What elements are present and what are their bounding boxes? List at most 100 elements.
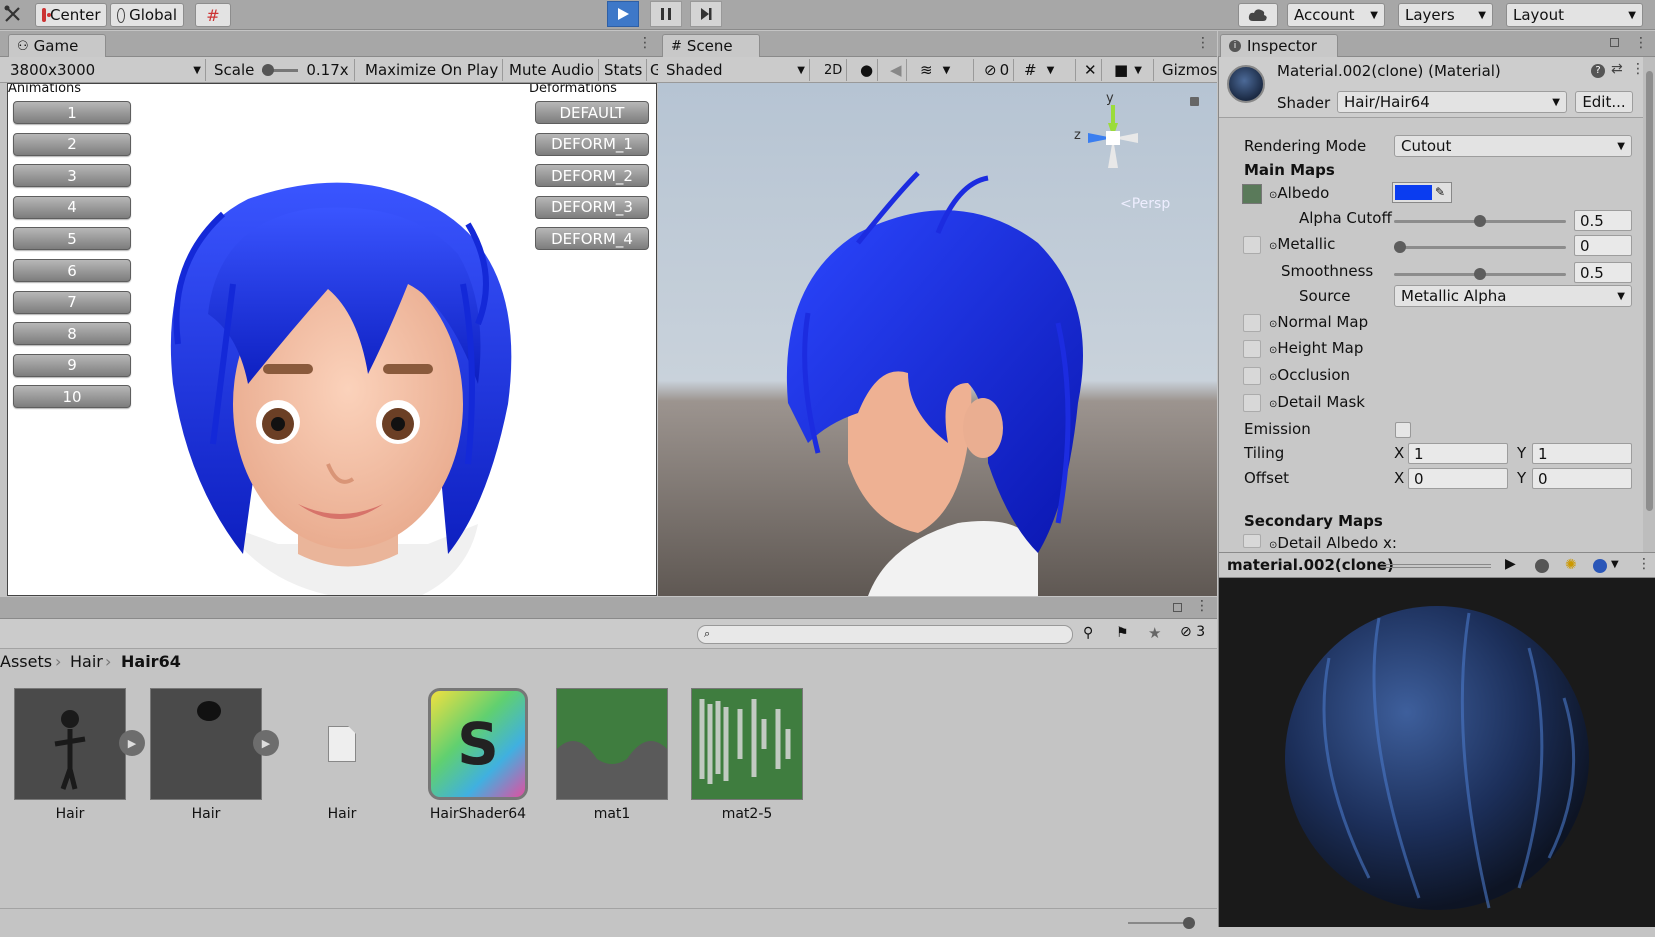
resolution-dropdown[interactable]: 3800x3000 ▼ xyxy=(6,59,206,81)
game-menu-icon[interactable]: ⋮ xyxy=(638,35,652,51)
asset-tile[interactable]: mat2-5 xyxy=(691,688,803,822)
space-global-button[interactable]: Global xyxy=(110,3,184,27)
shader-dropdown[interactable]: Hair/Hair64 ▼ xyxy=(1337,91,1567,113)
rendering-mode-dropdown[interactable]: Cutout ▼ xyxy=(1394,135,1632,157)
breadcrumb-assets[interactable]: Assets xyxy=(0,652,52,671)
emission-checkbox[interactable] xyxy=(1395,422,1411,438)
stats-toggle[interactable]: Stats xyxy=(600,59,648,81)
scene-visibility-toggle[interactable]: ⊘ 0 xyxy=(980,59,1015,81)
deform-button-4[interactable]: DEFORM_3 xyxy=(535,195,649,219)
filter-type-icon[interactable]: ⚲ xyxy=(1083,625,1093,641)
occlusion-slot[interactable] xyxy=(1243,367,1261,385)
asset-tile[interactable]: Hair ▶ xyxy=(14,688,145,822)
deform-button-2[interactable]: DEFORM_1 xyxy=(535,132,649,156)
smoothness-slider[interactable] xyxy=(1394,268,1566,280)
tools-icon[interactable] xyxy=(2,4,24,26)
smoothness-knob[interactable] xyxy=(1474,268,1486,280)
detail-albedo-slot[interactable] xyxy=(1243,534,1261,548)
preview-light-icon[interactable]: ✺ xyxy=(1565,557,1577,573)
maximize-on-play-toggle[interactable]: Maximize On Play xyxy=(361,59,504,81)
layers-dropdown[interactable]: Layers ▼ xyxy=(1398,3,1493,27)
preview-menu-icon[interactable]: ⋮ xyxy=(1637,556,1651,572)
animation-button-8[interactable]: 8 xyxy=(13,322,131,346)
mode-2d-toggle[interactable]: 2D xyxy=(820,59,848,81)
help-icon[interactable]: ? xyxy=(1591,64,1605,78)
tab-scene[interactable]: # Scene xyxy=(662,34,760,57)
play-button[interactable] xyxy=(607,1,639,27)
metallic-slider[interactable] xyxy=(1394,241,1566,253)
animation-button-9[interactable]: 9 xyxy=(13,353,131,377)
cloud-button[interactable] xyxy=(1238,3,1278,27)
layout-dropdown[interactable]: Layout ▼ xyxy=(1506,3,1643,27)
step-button[interactable] xyxy=(690,1,722,27)
animation-button-5[interactable]: 5 xyxy=(13,227,131,251)
animation-button-7[interactable]: 7 xyxy=(13,290,131,314)
source-dropdown[interactable]: Metallic Alpha ▼ xyxy=(1394,285,1632,307)
mute-audio-toggle[interactable]: Mute Audio xyxy=(505,59,599,81)
eyedropper-icon[interactable]: ✎ xyxy=(1435,185,1445,199)
project-lock-icon[interactable] xyxy=(1173,603,1182,612)
filter-label-icon[interactable]: ⚑ xyxy=(1116,625,1129,641)
project-menu-icon[interactable]: ⋮ xyxy=(1195,598,1209,614)
favorites-star-icon[interactable]: ★ xyxy=(1148,624,1161,642)
effects-dropdown[interactable]: ≋ ▼ xyxy=(916,59,974,81)
asset-tile[interactable]: S HairShader64 xyxy=(422,688,534,822)
metallic-field[interactable]: 0 xyxy=(1574,235,1632,256)
tiling-y-field[interactable]: 1 xyxy=(1532,443,1632,464)
pivot-center-button[interactable]: Center xyxy=(35,3,107,27)
deform-button-5[interactable]: DEFORM_4 xyxy=(535,227,649,251)
thumbnail-size-slider[interactable] xyxy=(1128,917,1195,929)
alpha-cutoff-slider[interactable] xyxy=(1394,215,1566,227)
hidden-packages-toggle[interactable]: ⊘ 3 xyxy=(1180,624,1205,640)
scrollbar-thumb[interactable] xyxy=(1646,71,1653,511)
deform-button-3[interactable]: DEFORM_2 xyxy=(535,164,649,188)
alpha-cutoff-field[interactable]: 0.5 xyxy=(1574,210,1632,231)
asset-tile[interactable]: Hair ▶ xyxy=(150,688,279,822)
inspector-menu-icon[interactable]: ⋮ xyxy=(1634,35,1648,51)
animation-button-10[interactable]: 10 xyxy=(13,385,131,409)
inspector-scrollbar[interactable] xyxy=(1643,57,1655,552)
camera-dropdown[interactable]: ■ ▼ xyxy=(1110,59,1154,81)
lighting-toggle[interactable]: ● xyxy=(856,59,879,81)
game-gizmos-toggle[interactable]: G xyxy=(648,59,658,81)
offset-x-field[interactable]: 0 xyxy=(1408,468,1508,489)
material-preview[interactable] xyxy=(1218,578,1655,927)
scale-slider[interactable]: Scale 0.17x xyxy=(210,59,355,81)
tiling-x-field[interactable]: 1 xyxy=(1408,443,1508,464)
preset-icon[interactable]: ⇄ xyxy=(1611,61,1623,77)
thumbnail-size-knob[interactable] xyxy=(1183,917,1195,929)
shading-mode-dropdown[interactable]: Shaded ▼ xyxy=(662,59,810,81)
scene-viewport[interactable]: y z <Persp xyxy=(658,83,1217,596)
preview-sphere-icon[interactable] xyxy=(1593,559,1607,573)
animation-button-2[interactable]: 2 xyxy=(13,132,131,156)
grid-snap-button[interactable]: # xyxy=(195,3,231,27)
preview-play-icon[interactable]: ▶ xyxy=(1505,556,1516,572)
normal-map-slot[interactable] xyxy=(1243,314,1261,332)
perspective-label[interactable]: <Persp xyxy=(1120,196,1170,212)
game-viewport[interactable]: Animations Deformations 1 2 3 4 5 6 7 8 9 10 DEFA… xyxy=(7,83,657,596)
metallic-texture-slot[interactable] xyxy=(1243,236,1261,254)
animation-button-3[interactable]: 3 xyxy=(13,164,131,188)
scene-menu-icon[interactable]: ⋮ xyxy=(1196,35,1210,51)
lock-icon[interactable] xyxy=(1190,97,1199,106)
deform-button-1[interactable]: DEFAULT xyxy=(535,101,649,124)
animation-button-4[interactable]: 4 xyxy=(13,195,131,219)
albedo-color-swatch[interactable]: ✎ xyxy=(1392,182,1452,203)
smoothness-field[interactable]: 0.5 xyxy=(1574,262,1632,283)
grid-dropdown[interactable]: # ▼ xyxy=(1020,59,1076,81)
breadcrumb-hair[interactable]: Hair xyxy=(70,652,103,671)
account-dropdown[interactable]: Account ▼ xyxy=(1287,3,1385,27)
offset-y-field[interactable]: 0 xyxy=(1532,468,1632,489)
height-map-slot[interactable] xyxy=(1243,340,1261,358)
audio-toggle[interactable]: ◀ xyxy=(886,59,907,81)
expand-arrow-icon[interactable]: ▶ xyxy=(253,730,279,756)
alpha-cutoff-knob[interactable] xyxy=(1474,215,1486,227)
breadcrumb-hair64[interactable]: Hair64 xyxy=(121,652,181,671)
detail-mask-slot[interactable] xyxy=(1243,394,1261,412)
pause-button[interactable] xyxy=(650,1,682,27)
animation-button-1[interactable]: 1 xyxy=(13,101,131,124)
gizmos-dropdown[interactable]: Gizmos xyxy=(1158,59,1221,81)
inspector-lock-icon[interactable] xyxy=(1610,38,1619,47)
tools-toggle[interactable]: ✕ xyxy=(1080,59,1102,81)
expand-arrow-icon[interactable]: ▶ xyxy=(119,730,145,756)
